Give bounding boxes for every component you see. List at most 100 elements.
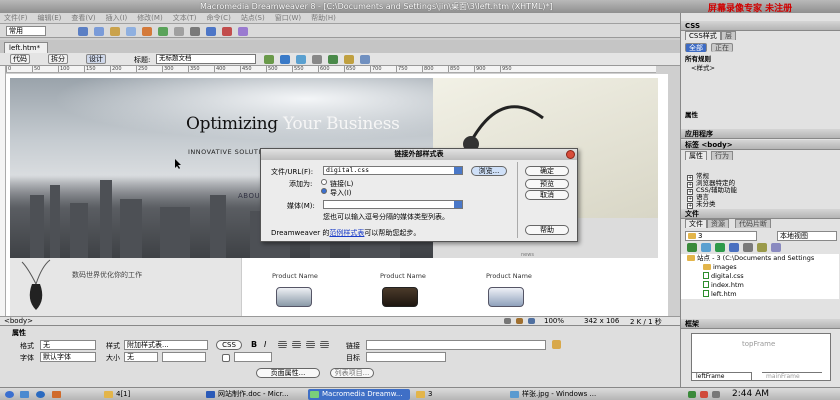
quicklaunch-browser[interactable] xyxy=(34,389,48,400)
browse-folder-icon[interactable] xyxy=(552,340,561,349)
taskbar-item[interactable]: 4[1] xyxy=(102,389,198,400)
code-view-button[interactable]: 代码 xyxy=(10,54,30,64)
tree-item[interactable]: index.htm xyxy=(681,281,839,290)
document-title-input[interactable]: 无标题文档 xyxy=(156,54,256,64)
hand-tool-icon[interactable] xyxy=(516,318,523,324)
media-input[interactable] xyxy=(323,200,463,209)
align-center-icon[interactable] xyxy=(292,341,301,348)
site-select[interactable]: 3 xyxy=(685,231,757,241)
taskbar-item[interactable]: 网站制作.doc - Micr... xyxy=(204,389,304,400)
style-rule-item[interactable]: <样式> xyxy=(681,64,839,73)
size-unit-select[interactable] xyxy=(162,352,206,362)
table-icon[interactable] xyxy=(126,27,136,36)
check-out-icon[interactable] xyxy=(743,243,753,252)
css-mode-all[interactable]: 全部 xyxy=(685,43,707,52)
tree-item[interactable]: left.htm xyxy=(681,290,839,299)
files-panel-header[interactable]: 文件 xyxy=(681,209,840,219)
antivirus-icon[interactable] xyxy=(700,391,708,398)
link-radio[interactable] xyxy=(321,179,327,185)
tab-assets[interactable]: 资源 xyxy=(707,219,729,228)
view-select[interactable]: 本地视图 xyxy=(777,231,837,241)
align-right-icon[interactable] xyxy=(306,341,315,348)
dialog-close-icon[interactable] xyxy=(566,150,575,159)
menu-view[interactable]: 查看(V) xyxy=(71,13,95,24)
network-icon[interactable] xyxy=(688,391,696,398)
target-select[interactable] xyxy=(366,352,446,362)
taskbar-item[interactable]: Macromedia Dreamw... xyxy=(308,389,410,400)
menu-text[interactable]: 文本(T) xyxy=(173,13,197,24)
import-radio[interactable] xyxy=(321,188,327,194)
image-icon[interactable] xyxy=(158,27,168,36)
size-select[interactable]: 无 xyxy=(124,352,158,362)
refresh-icon[interactable] xyxy=(296,55,306,64)
tab-attributes[interactable]: 属性 xyxy=(685,151,707,160)
browser-check-icon[interactable] xyxy=(360,55,370,64)
refresh-files-icon[interactable] xyxy=(701,243,711,252)
align-left-icon[interactable] xyxy=(278,341,287,348)
tab-behaviors[interactable]: 行为 xyxy=(711,151,733,160)
page-properties-button[interactable]: 页面属性... xyxy=(256,368,320,378)
list-item-button[interactable]: 列表项目... xyxy=(330,368,374,378)
ok-button[interactable]: 确定 xyxy=(525,166,569,176)
top-frame-label[interactable]: topFrame xyxy=(742,340,775,348)
tab-files[interactable]: 文件 xyxy=(685,219,707,228)
split-view-button[interactable]: 拆分 xyxy=(48,54,68,64)
menu-edit[interactable]: 编辑(E) xyxy=(38,13,62,24)
validate-icon[interactable] xyxy=(344,55,354,64)
media-dropdown-icon[interactable] xyxy=(454,201,462,208)
tab-left-htm[interactable]: left.htm* xyxy=(4,42,48,53)
cancel-button[interactable]: 取消 xyxy=(525,190,569,200)
media-icon[interactable] xyxy=(174,27,184,36)
font-select[interactable]: 默认字体 xyxy=(40,352,96,362)
browse-button[interactable]: 浏览... xyxy=(471,166,507,176)
email-link-icon[interactable] xyxy=(94,27,104,36)
tab-css-styles[interactable]: CSS样式 xyxy=(685,31,721,40)
expand-icon[interactable] xyxy=(771,243,781,252)
taskbar-item[interactable]: 样张.jpg - Windows ... xyxy=(508,389,612,400)
tree-root[interactable]: 站点 - 3 (C:\Documents and Settings xyxy=(681,254,839,263)
text-color-icon[interactable] xyxy=(222,354,230,362)
css-mode-current[interactable]: 正在 xyxy=(711,43,733,52)
zoom-level[interactable]: 100% xyxy=(544,317,564,325)
css-button[interactable]: CSS xyxy=(216,340,242,350)
file-url-input[interactable]: digital.css xyxy=(323,166,463,175)
tree-item[interactable]: digital.css xyxy=(681,272,839,281)
text-color-input[interactable] xyxy=(234,352,272,362)
left-frame-label[interactable]: leftFrame xyxy=(692,372,752,380)
css-panel-header[interactable]: CSS xyxy=(681,21,840,31)
zoom-tool-icon[interactable] xyxy=(528,318,535,324)
menu-window[interactable]: 窗口(W) xyxy=(275,13,301,24)
menu-commands[interactable]: 命令(C) xyxy=(206,13,230,24)
put-files-icon[interactable] xyxy=(729,243,739,252)
preview-browser-icon[interactable] xyxy=(280,55,290,64)
style-select[interactable]: 附加样式表... xyxy=(124,340,208,350)
visual-aids-icon[interactable] xyxy=(328,55,338,64)
quicklaunch-desktop[interactable] xyxy=(18,389,32,400)
preview-button[interactable]: 预览 xyxy=(525,179,569,189)
link-input[interactable] xyxy=(366,340,546,350)
get-files-icon[interactable] xyxy=(715,243,725,252)
tab-layers[interactable]: 层 xyxy=(721,31,736,40)
sample-stylesheets-link[interactable]: 范例样式表 xyxy=(329,229,364,237)
main-frame-label[interactable]: mainFrame xyxy=(762,372,822,380)
date-icon[interactable] xyxy=(190,27,200,36)
italic-button[interactable]: I xyxy=(264,340,266,349)
frames-panel-header[interactable]: 框架 xyxy=(681,319,840,329)
menu-file[interactable]: 文件(F) xyxy=(4,13,28,24)
tag-chooser-icon[interactable] xyxy=(238,27,248,36)
design-view-button[interactable]: 设计 xyxy=(86,54,106,64)
menu-site[interactable]: 站点(S) xyxy=(241,13,265,24)
format-select[interactable]: 无 xyxy=(40,340,96,350)
tab-snippets[interactable]: 代码片断 xyxy=(735,219,771,228)
bold-button[interactable]: B xyxy=(251,340,257,349)
comment-icon[interactable] xyxy=(206,27,216,36)
layer-icon[interactable] xyxy=(142,27,152,36)
insert-category-select[interactable]: 常用 xyxy=(6,26,46,36)
hyperlink-icon[interactable] xyxy=(78,27,88,36)
select-tool-icon[interactable] xyxy=(504,318,511,324)
start-button[interactable] xyxy=(2,389,16,400)
anchor-icon[interactable] xyxy=(110,27,120,36)
connect-icon[interactable] xyxy=(687,243,697,252)
quicklaunch-media[interactable] xyxy=(50,389,64,400)
tag-inspector-header[interactable]: 标签 <body> xyxy=(681,140,840,150)
